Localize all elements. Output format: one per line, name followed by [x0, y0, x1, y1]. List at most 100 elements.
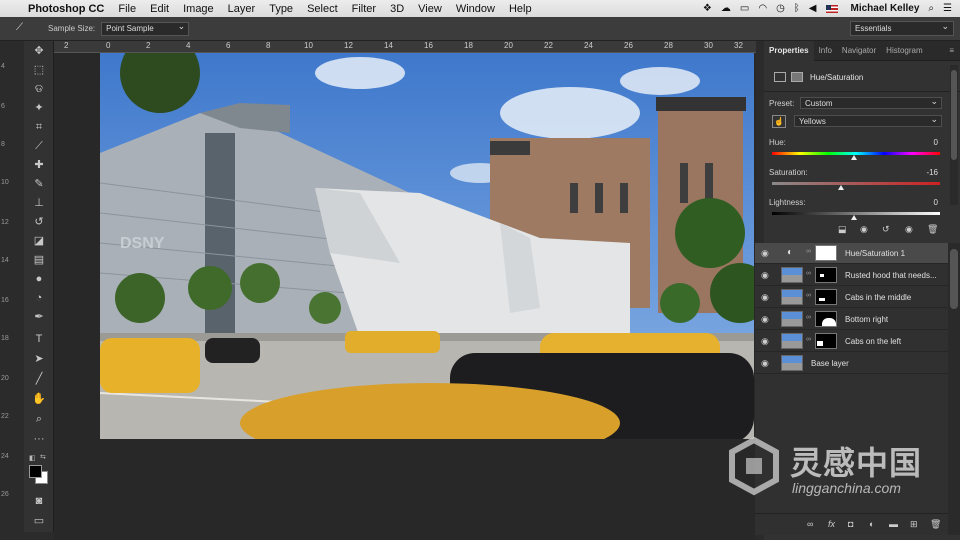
lasso-tool-icon[interactable]: ଡ: [31, 81, 47, 97]
search-icon[interactable]: ⌕: [928, 3, 934, 14]
delete-adjustment-icon[interactable]: 🗑: [927, 224, 938, 235]
menu-filter[interactable]: Filter: [352, 3, 376, 15]
fx-icon[interactable]: fx: [828, 519, 835, 529]
link-icon[interactable]: ∞: [806, 248, 811, 255]
menu-select[interactable]: Select: [307, 3, 338, 15]
eyedropper-icon[interactable]: ⟋: [31, 138, 47, 154]
healing-brush-icon[interactable]: ✚: [31, 157, 47, 173]
crop-tool-icon[interactable]: ⌗: [31, 119, 47, 135]
visibility-icon[interactable]: ◉: [905, 224, 913, 235]
clip-to-layer-icon[interactable]: ⬓: [838, 224, 847, 235]
gradient-tool-icon[interactable]: ▤: [31, 252, 47, 268]
saturation-value[interactable]: -16: [918, 168, 938, 177]
link-icon[interactable]: ∞: [806, 314, 811, 321]
default-colors-icon[interactable]: ◧: [29, 454, 36, 462]
layer-thumbnail[interactable]: [781, 311, 803, 327]
app-menu[interactable]: Photoshop CC: [28, 3, 104, 15]
add-mask-icon[interactable]: ◘: [848, 519, 853, 529]
user-name[interactable]: Michael Kelley: [851, 3, 920, 14]
saturation-slider-thumb[interactable]: [838, 185, 844, 190]
layer-name[interactable]: Cabs on the left: [845, 337, 901, 346]
layer-mask-thumbnail[interactable]: [815, 245, 837, 261]
link-layers-icon[interactable]: ∞: [807, 519, 813, 529]
creative-cloud-icon[interactable]: ☁: [721, 3, 731, 14]
eye-icon[interactable]: ◉: [761, 314, 769, 325]
new-layer-icon[interactable]: ⊞: [910, 519, 918, 530]
menu-window[interactable]: Window: [456, 3, 495, 15]
menu-view[interactable]: View: [418, 3, 442, 15]
tab-navigator[interactable]: Navigator: [837, 41, 881, 61]
menu-image[interactable]: Image: [183, 3, 214, 15]
quick-mask-icon[interactable]: ◙: [31, 493, 47, 509]
eye-icon[interactable]: ◉: [761, 336, 769, 347]
eye-icon[interactable]: ◉: [761, 358, 769, 369]
saturation-slider[interactable]: [772, 182, 940, 185]
move-tool-icon[interactable]: ✥: [31, 43, 47, 59]
layer-thumbnail[interactable]: [781, 267, 803, 283]
lightness-slider-thumb[interactable]: [851, 215, 857, 220]
shape-tool-icon[interactable]: ╱: [31, 371, 47, 387]
menu-help[interactable]: Help: [509, 3, 532, 15]
layer-row[interactable]: ◉ ∞ Cabs on the left: [755, 331, 948, 352]
view-previous-icon[interactable]: ◉: [860, 224, 868, 235]
link-icon[interactable]: ∞: [806, 336, 811, 343]
menu-list-icon[interactable]: ☰: [943, 3, 952, 14]
type-tool-icon[interactable]: T: [31, 331, 47, 347]
dropbox-icon[interactable]: ❖: [703, 3, 712, 14]
menu-3d[interactable]: 3D: [390, 3, 404, 15]
eye-icon[interactable]: ◉: [761, 270, 769, 281]
layer-mask-thumbnail[interactable]: [815, 289, 837, 305]
eyedropper-tool-icon[interactable]: ⟋: [16, 22, 23, 33]
marquee-tool-icon[interactable]: ⬚: [31, 62, 47, 78]
new-group-icon[interactable]: ▬: [889, 519, 898, 529]
zoom-tool-icon[interactable]: ⌕: [31, 411, 47, 427]
workspace-select[interactable]: Essentials: [850, 21, 954, 36]
link-icon[interactable]: ∞: [806, 270, 811, 277]
dodge-tool-icon[interactable]: ◔: [31, 290, 47, 306]
layer-row[interactable]: ◉ ◐ ∞ Hue/Saturation 1: [755, 243, 948, 264]
link-icon[interactable]: ∞: [806, 292, 811, 299]
menu-edit[interactable]: Edit: [150, 3, 169, 15]
layer-row[interactable]: ◉ ∞ Bottom right: [755, 309, 948, 330]
new-adjustment-icon[interactable]: ◐: [869, 519, 874, 529]
channel-select[interactable]: Yellows: [794, 114, 942, 127]
layer-mask-thumbnail[interactable]: [815, 267, 837, 283]
layer-mask-thumbnail[interactable]: [815, 311, 837, 327]
more-tools-icon[interactable]: ···: [31, 431, 47, 447]
layer-name[interactable]: Hue/Saturation 1: [845, 249, 905, 258]
menu-type[interactable]: Type: [269, 3, 293, 15]
volume-icon[interactable]: ◀: [809, 3, 817, 14]
layer-name[interactable]: Base layer: [811, 359, 849, 368]
flag-icon[interactable]: [825, 4, 838, 13]
wifi-icon[interactable]: ◠: [758, 3, 767, 14]
path-selection-icon[interactable]: ➤: [31, 351, 47, 367]
hue-value[interactable]: 0: [918, 138, 938, 147]
brush-tool-icon[interactable]: ✎: [31, 176, 47, 192]
mask-icon[interactable]: [791, 72, 803, 82]
scroll-thumb[interactable]: [950, 249, 958, 309]
eye-icon[interactable]: ◉: [761, 248, 769, 259]
tab-info[interactable]: Info: [814, 41, 837, 61]
layer-row[interactable]: ◉ ∞ Rusted hood that needs...: [755, 265, 948, 286]
layer-thumbnail[interactable]: [781, 355, 803, 371]
time-machine-icon[interactable]: ◷: [776, 3, 785, 14]
delete-layer-icon[interactable]: 🗑: [930, 519, 941, 530]
history-brush-icon[interactable]: ↺: [31, 214, 47, 230]
preset-select[interactable]: Custom: [800, 96, 942, 109]
document-image[interactable]: DSNY: [100, 53, 754, 439]
menu-layer[interactable]: Layer: [228, 3, 256, 15]
sample-size-select[interactable]: Point Sample: [101, 21, 190, 36]
swap-colors-icon[interactable]: ⇆: [40, 453, 46, 461]
panel-menu-icon[interactable]: ≡: [949, 46, 954, 55]
targeted-adjustment-icon[interactable]: ☝: [772, 115, 786, 128]
menu-file[interactable]: File: [118, 3, 136, 15]
clone-stamp-icon[interactable]: ⊥: [31, 195, 47, 211]
lightness-value[interactable]: 0: [918, 198, 938, 207]
layers-scrollbar[interactable]: [948, 243, 960, 535]
scroll-thumb[interactable]: [951, 70, 957, 160]
layer-thumbnail[interactable]: [781, 333, 803, 349]
layer-mask-thumbnail[interactable]: [815, 333, 837, 349]
pen-tool-icon[interactable]: ✒: [31, 309, 47, 325]
foreground-color-swatch[interactable]: [29, 465, 42, 478]
layer-row[interactable]: ◉ ∞ Cabs in the middle: [755, 287, 948, 308]
